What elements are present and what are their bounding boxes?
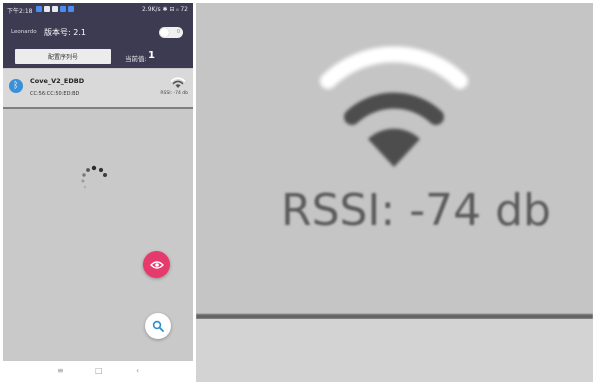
status-bar: 下午2:18 2.9K/s ✱ ⊟ ᵢₗ 72: [3, 3, 193, 16]
zoom-panel: RSSI: -74 db: [196, 3, 593, 382]
wifi-signal-icon-zoomed: [320, 46, 468, 167]
current-value-label: 当前值:: [125, 55, 147, 63]
status-right: 2.9K/s ✱ ⊟ ᵢₗ 72: [142, 6, 188, 13]
wifi-signal-icon: [170, 77, 186, 88]
search-button[interactable]: [145, 313, 171, 339]
notification-icon: [44, 6, 50, 12]
menu-nav-icon[interactable]: ≡: [57, 366, 64, 375]
notification-icon: [60, 6, 66, 12]
notification-icons: [36, 6, 74, 12]
view-button[interactable]: [143, 251, 170, 278]
network-speed: 2.9K/s: [141, 6, 161, 13]
device-mac: CC:56:CC:50:ED:BD: [30, 91, 80, 97]
home-nav-icon[interactable]: □: [95, 366, 103, 375]
system-nav-bar: ≡ □ ‹: [3, 361, 193, 382]
status-time: 下午2:18: [7, 8, 33, 15]
phone-screen: 下午2:18 2.9K/s ✱ ⊟ ᵢₗ 72 Leonardo 版本号: 2.…: [3, 3, 193, 382]
app-header: Leonardo 版本号: 2.1 0 配置序列号 当前值: 1: [3, 16, 193, 68]
app-name: Leonardo: [11, 29, 37, 35]
back-nav-icon[interactable]: ‹: [136, 366, 139, 375]
toggle-knob: [160, 28, 169, 37]
toggle-switch[interactable]: 0: [159, 27, 183, 38]
version-label: 版本号: 2.1: [44, 28, 86, 37]
toggle-label: 0: [176, 29, 180, 35]
device-list-item[interactable]: ᛒ Cove_V2_EDBD CC:56:CC:50:ED:BD RSSI: -…: [3, 69, 193, 109]
config-serial-button[interactable]: 配置序列号: [15, 49, 111, 64]
bluetooth-icon: ᛒ: [9, 79, 23, 93]
rssi-value-zoomed: RSSI: -74 db: [281, 185, 551, 236]
current-value: 1: [148, 50, 155, 61]
eye-icon: [149, 260, 164, 269]
loading-spinner-icon: [81, 165, 107, 189]
status-icons: ✱ ⊟ ᵢₗ 72: [162, 6, 188, 13]
notification-icon: [52, 6, 58, 12]
notification-icon: [36, 6, 42, 12]
device-name: Cove_V2_EDBD: [30, 77, 85, 85]
rssi-value: RSSI: -74 db: [160, 91, 188, 96]
notification-icon: [68, 6, 74, 12]
zoom-lower-area: [196, 319, 593, 382]
search-icon: [152, 320, 164, 332]
